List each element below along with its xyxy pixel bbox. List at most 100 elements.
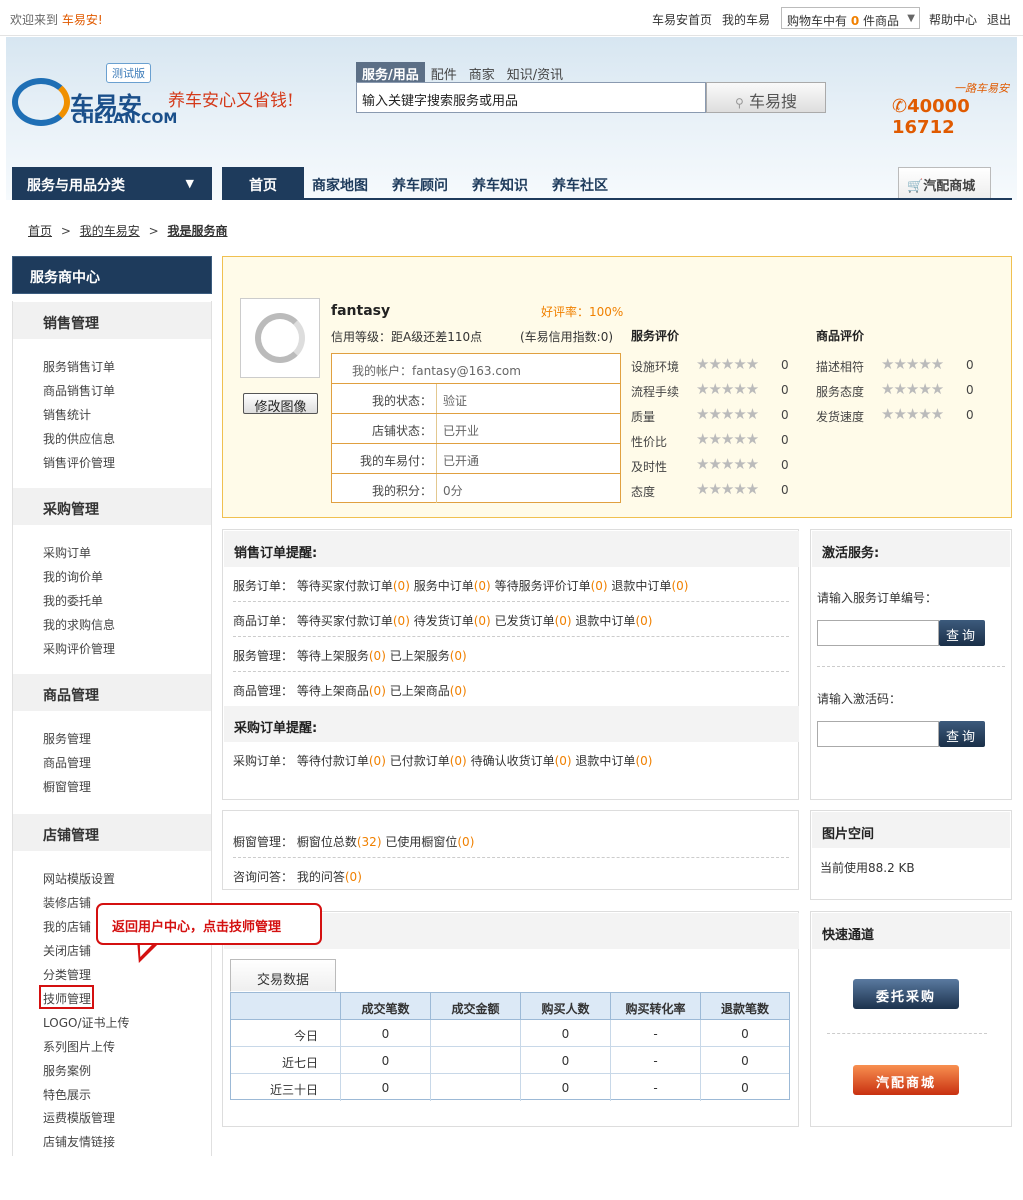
window-link[interactable]: 橱窗位总数(32): [297, 835, 382, 849]
goods-rating-title: 商品评价: [816, 329, 865, 343]
instruction-tooltip: 返回用户中心，点击技师管理: [96, 903, 322, 945]
account-info-table: 我的帐户：fantasy@163.com 我的状态： 验证 店铺状态： 已开业 我的…: [331, 353, 621, 503]
mall-button[interactable]: 🛒汽配商城: [898, 167, 991, 198]
category-menu[interactable]: 服务与用品分类 ▼: [12, 167, 212, 200]
sidebar-item-purchase-orders[interactable]: 采购订单: [43, 544, 91, 561]
order-link[interactable]: 已上架服务(0): [390, 649, 467, 663]
order-link[interactable]: 等待买家付款订单(0): [297, 579, 410, 593]
info-row-status: 我的状态： 验证: [332, 384, 620, 414]
order-link[interactable]: 退款中订单(0): [575, 614, 652, 628]
tab-trade-data[interactable]: 交易数据: [230, 959, 336, 992]
nav-community[interactable]: 养车社区: [552, 175, 608, 195]
query-order-button[interactable]: 查询: [939, 620, 985, 646]
sidebar-item-sales-stats[interactable]: 销售统计: [43, 406, 91, 423]
search-tab-knowledge[interactable]: 知识/资讯: [501, 62, 569, 83]
sidebar-item-service-manage[interactable]: 服务管理: [43, 730, 91, 747]
order-number-label: 请输入服务订单编号：: [817, 591, 938, 605]
sidebar-item-my-shop[interactable]: 我的店铺: [43, 918, 91, 935]
search-tab-services[interactable]: 服务/用品: [356, 62, 425, 83]
nav-knowledge[interactable]: 养车知识: [472, 175, 528, 195]
slogan: 养车安心又省钱!: [168, 91, 294, 111]
my-cheyi-link[interactable]: 我的车易: [722, 11, 770, 28]
nav-merchant-map[interactable]: 商家地图: [312, 175, 368, 195]
good-rate: 好评率：100%: [541, 305, 624, 319]
help-link[interactable]: 帮助中心: [929, 11, 977, 28]
order-link[interactable]: 服务中订单(0): [414, 579, 491, 593]
search-button[interactable]: ⚲ 车易搜: [706, 82, 826, 113]
rating-score: 0: [966, 358, 974, 372]
breadcrumb-home[interactable]: 首页: [28, 224, 52, 238]
order-link[interactable]: 已发货订单(0): [495, 614, 572, 628]
sidebar-item-categories[interactable]: 分类管理: [43, 966, 91, 983]
sidebar-item-goods-manage[interactable]: 商品管理: [43, 754, 91, 771]
star-rating-icon: ★★★★★: [696, 405, 759, 423]
sidebar-item-goods-orders[interactable]: 商品销售订单: [43, 382, 115, 399]
sidebar-item-decorate[interactable]: 装修店铺: [43, 894, 91, 911]
logout-link[interactable]: 退出: [987, 11, 1011, 28]
sidebar-item-close-shop[interactable]: 关闭店铺: [43, 942, 91, 959]
order-link[interactable]: 等待服务评价订单(0): [495, 579, 608, 593]
sidebar-item-purchase-reviews[interactable]: 采购评价管理: [43, 640, 115, 657]
sidebar-item-friend-links[interactable]: 店铺友情链接: [43, 1133, 115, 1150]
sidebar-item-requests[interactable]: 我的求购信息: [43, 616, 115, 633]
query-code-button[interactable]: 查询: [939, 721, 985, 747]
table-cell: 0: [521, 1074, 611, 1101]
order-link[interactable]: 待发货订单(0): [414, 614, 491, 628]
edit-image-button[interactable]: 修改图像: [243, 393, 318, 415]
order-link[interactable]: 等待买家付款订单(0): [297, 614, 410, 628]
order-number-input[interactable]: [817, 620, 939, 646]
sidebar-item-features[interactable]: 特色展示: [43, 1086, 91, 1103]
sidebar-item-sales-reviews[interactable]: 销售评价管理: [43, 454, 115, 471]
info-row-account: 我的帐户：fantasy@163.com: [332, 354, 620, 384]
star-rating-icon: ★★★★★: [696, 355, 759, 373]
search-input[interactable]: 输入关键字搜索服务或用品: [356, 82, 706, 113]
order-link[interactable]: 退款中订单(0): [575, 754, 652, 768]
sidebar-item-commissions[interactable]: 我的委托单: [43, 592, 103, 609]
star-rating-icon: ★★★★★: [696, 455, 759, 473]
order-link[interactable]: 等待上架服务(0): [297, 649, 386, 663]
search-tab-merchants[interactable]: 商家: [463, 62, 501, 83]
sidebar-item-templates[interactable]: 网站模版设置: [43, 870, 115, 887]
nav-home[interactable]: 首页: [222, 167, 304, 200]
table-header: 成交金额: [431, 993, 521, 1020]
qa-link[interactable]: 我的问答(0): [297, 870, 362, 884]
rating-label: 描述相符: [816, 360, 865, 374]
cart-dropdown[interactable]: 购物车中有 0 件商品 ▼: [781, 7, 920, 29]
credit-index: (车易信用指数:0): [520, 330, 614, 344]
service-orders-row: 服务订单： 等待买家付款订单(0) 服务中订单(0) 等待服务评价订单(0) 退…: [233, 579, 689, 593]
window-link[interactable]: 已使用橱窗位(0): [385, 835, 474, 849]
order-link[interactable]: 待确认收货订单(0): [471, 754, 572, 768]
sidebar-item-window-manage[interactable]: 橱窗管理: [43, 778, 91, 795]
sidebar-item-series-images[interactable]: 系列图片上传: [43, 1038, 115, 1055]
cart-icon: 🛒: [907, 179, 924, 194]
sidebar-item-shipping[interactable]: 运费模版管理: [43, 1109, 115, 1126]
brand-link[interactable]: 车易安!: [62, 13, 103, 27]
welcome-text: 欢迎来到 车易安!: [10, 13, 103, 27]
rating-score: 0: [966, 408, 974, 422]
search-tab-parts[interactable]: 配件: [425, 62, 463, 83]
cart-count: 0: [850, 14, 860, 28]
sidebar: 销售管理 服务销售订单 商品销售订单 销售统计 我的供应信息 销售评价管理 采购…: [12, 301, 212, 1156]
home-link[interactable]: 车易安首页: [652, 11, 712, 28]
sidebar-item-logo-upload[interactable]: LOGO/证书上传: [43, 1014, 130, 1031]
qa-row: 咨询问答： 我的问答(0): [233, 870, 362, 884]
sidebar-item-inquiries[interactable]: 我的询价单: [43, 568, 103, 585]
breadcrumb-current[interactable]: 我是服务商: [167, 224, 227, 238]
order-link[interactable]: 等待上架商品(0): [297, 684, 386, 698]
sidebar-item-service-orders[interactable]: 服务销售订单: [43, 358, 115, 375]
breadcrumb-mine[interactable]: 我的车易安: [80, 224, 140, 238]
sidebar-item-supply-info[interactable]: 我的供应信息: [43, 430, 115, 447]
order-link[interactable]: 等待付款订单(0): [297, 754, 386, 768]
sidebar-item-cases[interactable]: 服务案例: [43, 1062, 91, 1079]
order-link[interactable]: 已上架商品(0): [390, 684, 467, 698]
table-cell: 0: [521, 1047, 611, 1074]
commission-purchase-button[interactable]: 委托采购: [853, 979, 959, 1009]
parts-mall-button[interactable]: 汽配商城: [853, 1065, 959, 1095]
logo-icon[interactable]: [12, 78, 70, 126]
activation-code-input[interactable]: [817, 721, 939, 747]
nav-advisor[interactable]: 养车顾问: [392, 175, 448, 195]
rating-score: 0: [781, 383, 789, 397]
order-link[interactable]: 已付款订单(0): [390, 754, 467, 768]
order-link[interactable]: 退款中订单(0): [611, 579, 688, 593]
table-header: 退款笔数: [701, 993, 789, 1020]
